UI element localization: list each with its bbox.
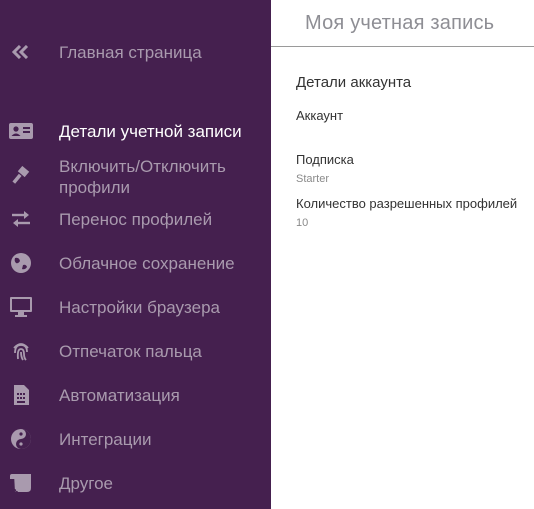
sidebar-item-label: Детали учетной записи bbox=[59, 122, 242, 141]
swap-arrows-icon bbox=[8, 206, 34, 232]
globe-icon bbox=[8, 250, 34, 276]
sidebar-item-label: Облачное сохранение bbox=[59, 254, 235, 273]
sidebar-item-other[interactable]: Другое bbox=[0, 470, 271, 496]
fingerprint-icon bbox=[8, 338, 34, 364]
sidebar-item-label: Другое bbox=[59, 474, 114, 493]
sidebar-item-automation[interactable]: Автоматизация bbox=[0, 382, 271, 408]
page-title: Моя учетная запись bbox=[305, 12, 495, 34]
id-card-icon bbox=[8, 118, 34, 144]
sidebar-item-enable-disable-profiles[interactable]: Включить/Отключить профили bbox=[0, 156, 271, 198]
sidebar-item-transfer-profiles[interactable]: Перенос профилей bbox=[0, 206, 271, 232]
sidebar-item-label: Включить/Отключить профили bbox=[59, 157, 226, 197]
section-title: Детали аккаунта bbox=[296, 74, 412, 91]
main-content: Моя учетная запись Детали аккаунта Аккау… bbox=[271, 0, 534, 509]
account-label: Аккаунт bbox=[296, 108, 344, 123]
allowed-profiles-value: 10 bbox=[296, 217, 309, 229]
sidebar-item-browser-settings[interactable]: Настройки браузера bbox=[0, 294, 271, 320]
subscription-label: Подписка bbox=[296, 152, 354, 167]
subscription-value: Starter bbox=[296, 173, 330, 185]
sidebar-item-account-details[interactable]: Детали учетной записи bbox=[0, 118, 271, 144]
monitor-icon bbox=[8, 294, 34, 320]
sidebar-item-label: Интеграции bbox=[59, 430, 152, 449]
sim-card-icon bbox=[8, 382, 34, 408]
sidebar-item-label: Главная страница bbox=[59, 43, 202, 62]
yin-yang-icon bbox=[8, 426, 34, 452]
title-divider bbox=[271, 46, 534, 47]
sidebar-item-label: Перенос профилей bbox=[59, 210, 213, 229]
scroll-icon bbox=[8, 470, 34, 496]
sidebar-item-label: Автоматизация bbox=[59, 386, 180, 405]
sidebar-item-label: Настройки браузера bbox=[59, 298, 221, 317]
sidebar-item-fingerprint[interactable]: Отпечаток пальца bbox=[0, 338, 271, 364]
sidebar-item-label: Отпечаток пальца bbox=[59, 342, 202, 361]
sidebar-item-cloud-save[interactable]: Облачное сохранение bbox=[0, 250, 271, 276]
double-chevron-left-icon bbox=[8, 39, 34, 65]
sidebar-item-integrations[interactable]: Интеграции bbox=[0, 426, 271, 452]
gavel-icon bbox=[8, 164, 34, 190]
sidebar-item-home[interactable]: Главная страница bbox=[0, 39, 271, 65]
allowed-profiles-label: Количество разрешенных профилей bbox=[296, 196, 518, 211]
sidebar: Главная страница Детали учетной записи В… bbox=[0, 0, 271, 509]
